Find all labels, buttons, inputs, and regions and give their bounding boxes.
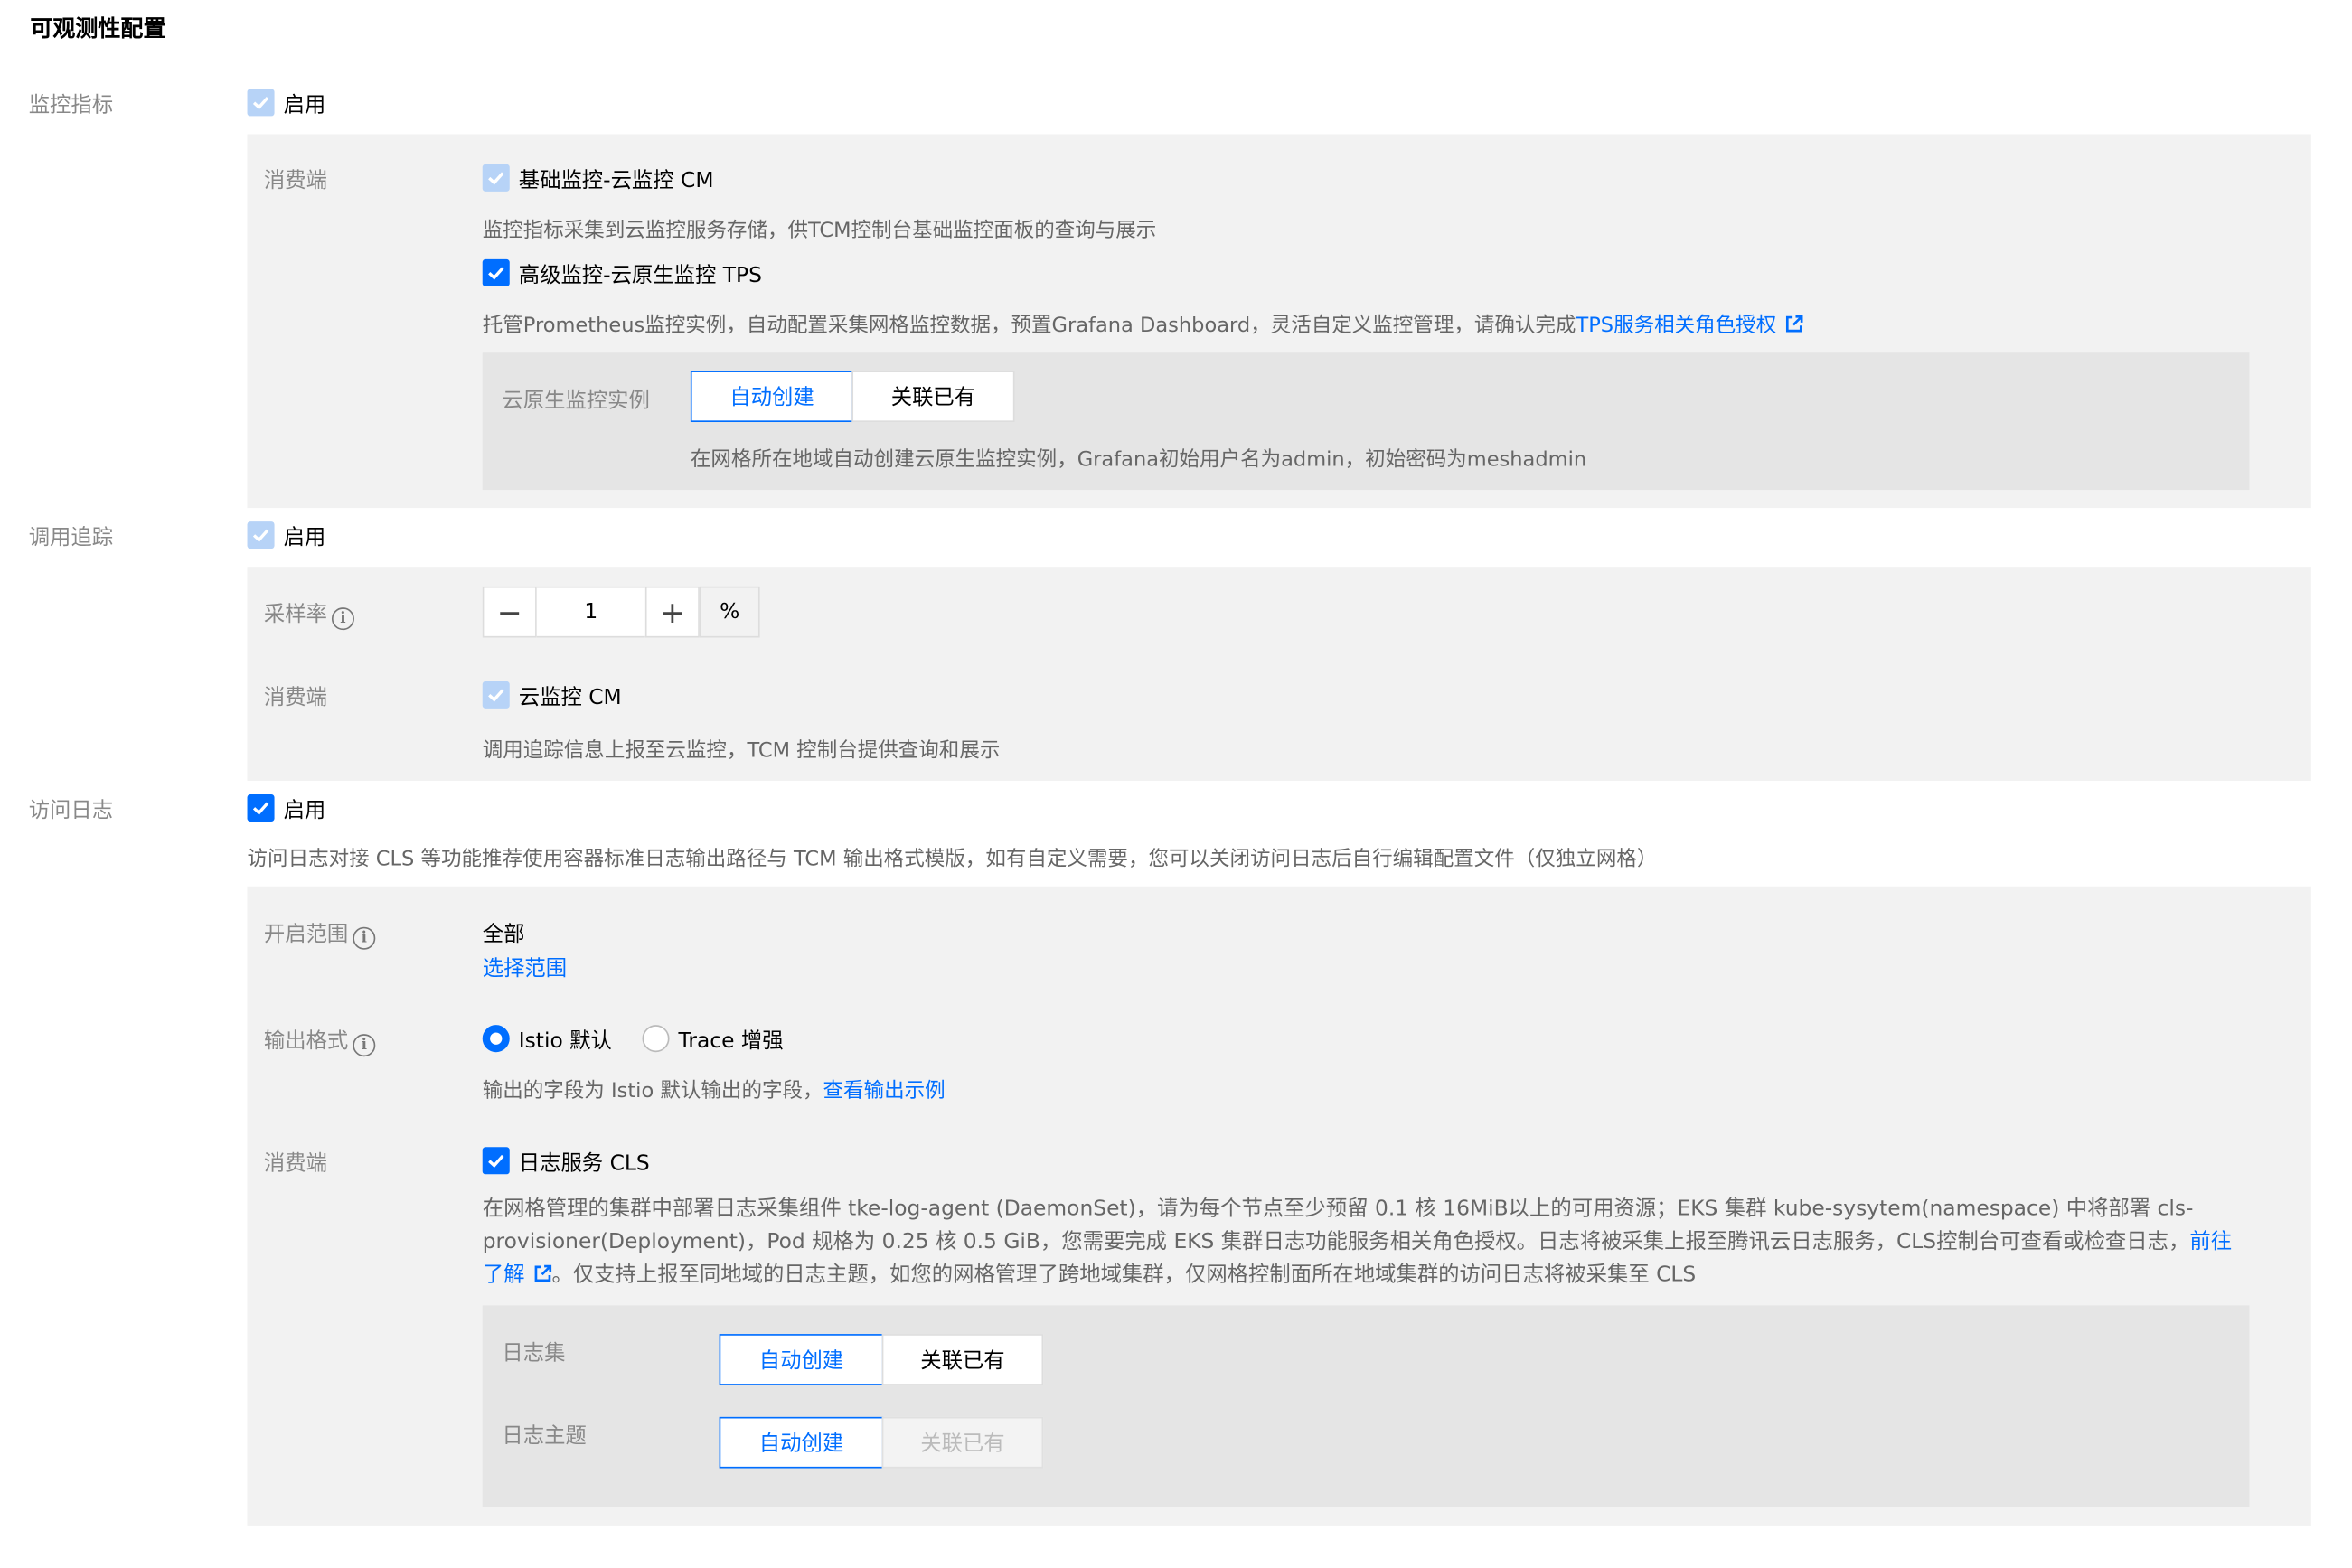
cm-checkbox[interactable] xyxy=(482,164,510,192)
cls-desc-part2: 。仅支持上报至同地域的日志主题，如您的网格管理了跨地域集群，仅网格控制面所在地域… xyxy=(551,1263,1697,1288)
metrics-consumer-label: 消费端 xyxy=(263,168,327,193)
access-log-label: 访问日志 xyxy=(28,798,114,823)
check-icon xyxy=(252,802,269,815)
check-icon xyxy=(488,267,504,280)
format-label: 输出格式 xyxy=(263,1029,349,1054)
scope-label-row: 开启范围 i xyxy=(263,918,376,950)
tracing-cm-label: 云监控 CM xyxy=(518,685,622,710)
access-log-enable-label: 启用 xyxy=(283,798,326,823)
info-icon[interactable]: i xyxy=(353,926,376,950)
check-icon xyxy=(252,529,269,542)
format-label-row: 输出格式 i xyxy=(263,1025,376,1057)
scope-value: 全部 xyxy=(482,922,525,947)
tps-desc: 托管Prometheus监控实例，自动配置采集网格监控数据，预置Grafana … xyxy=(482,313,1576,338)
page-title: 可观测性配置 xyxy=(30,14,166,42)
check-icon xyxy=(252,96,269,110)
format-istio-radio[interactable] xyxy=(482,1025,510,1053)
scope-label: 开启范围 xyxy=(263,922,349,947)
tps-label: 高级监控-云原生监控 TPS xyxy=(518,263,762,288)
tracing-cm-checkbox[interactable] xyxy=(482,681,510,709)
format-desc-row: 输出的字段为 Istio 默认输出的字段，查看输出示例 xyxy=(483,1074,946,1103)
sampling-input[interactable]: 1 xyxy=(536,586,645,638)
metrics-enable-label: 启用 xyxy=(283,93,326,118)
sampling-stepper: − 1 + % xyxy=(482,586,760,638)
metrics-enable-checkbox[interactable] xyxy=(247,89,275,117)
instance-desc: 在网格所在地域自动创建云原生监控实例，Grafana初始用户名为admin，初始… xyxy=(690,447,1587,473)
sampling-label: 采样率 xyxy=(263,603,327,627)
sampling-plus-button[interactable]: + xyxy=(644,586,700,638)
format-trace-radio[interactable] xyxy=(642,1025,670,1053)
cls-checkbox[interactable] xyxy=(482,1147,510,1175)
access-log-desc: 访问日志对接 CLS 等功能推荐使用容器标准日志输出路径与 TCM 输出格式模版… xyxy=(247,847,1658,872)
check-icon xyxy=(488,1154,504,1168)
instance-associate-button[interactable]: 关联已有 xyxy=(851,371,1015,423)
format-desc: 输出的字段为 Istio 默认输出的字段， xyxy=(482,1079,823,1103)
view-output-example-link[interactable]: 查看输出示例 xyxy=(823,1079,946,1103)
sampling-minus-button[interactable]: − xyxy=(482,586,537,638)
tps-desc-row: 托管Prometheus监控实例，自动配置采集网格监控数据，预置Grafana … xyxy=(482,307,1804,338)
check-icon xyxy=(488,689,504,702)
cls-desc: 在网格管理的集群中部署日志采集组件 tke-log-agent (DaemonS… xyxy=(483,1192,2246,1291)
external-link-icon[interactable] xyxy=(1785,315,1803,333)
info-icon[interactable]: i xyxy=(331,607,354,631)
instance-label: 云原生监控实例 xyxy=(502,389,650,414)
tracing-enable-label: 启用 xyxy=(283,526,326,550)
tracing-enable-checkbox[interactable] xyxy=(247,521,275,549)
metrics-label: 监控指标 xyxy=(28,93,114,118)
tracing-label: 调用追踪 xyxy=(28,526,114,550)
sampling-label-row: 采样率 i xyxy=(263,598,354,631)
cls-label: 日志服务 CLS xyxy=(518,1151,650,1176)
tps-auth-link[interactable]: TPS服务相关角色授权 xyxy=(1576,314,1776,338)
info-icon[interactable]: i xyxy=(353,1034,376,1057)
external-link-icon[interactable] xyxy=(533,1264,552,1282)
check-icon xyxy=(488,172,504,185)
topic-label: 日志主题 xyxy=(502,1424,587,1449)
cm-desc: 监控指标采集到云监控服务存储，供TCM控制台基础监控面板的查询与展示 xyxy=(482,218,1157,243)
tracing-cm-desc: 调用追踪信息上报至云监控，TCM 控制台提供查询和展示 xyxy=(482,738,1001,763)
sampling-unit: % xyxy=(699,586,760,638)
logset-label: 日志集 xyxy=(502,1341,566,1366)
topic-auto-create-button[interactable]: 自动创建 xyxy=(719,1416,884,1469)
format-trace-label: Trace 增强 xyxy=(678,1029,784,1054)
topic-associate-button: 关联已有 xyxy=(881,1416,1044,1469)
cm-label: 基础监控-云监控 CM xyxy=(518,168,714,193)
access-log-enable-checkbox[interactable] xyxy=(247,793,275,822)
access-log-consumer-label: 消费端 xyxy=(263,1151,327,1176)
instance-auto-create-button[interactable]: 自动创建 xyxy=(690,371,854,423)
logset-associate-button[interactable]: 关联已有 xyxy=(881,1334,1044,1385)
select-scope-link[interactable]: 选择范围 xyxy=(483,953,567,982)
tracing-consumer-label: 消费端 xyxy=(263,685,327,710)
format-istio-label: Istio 默认 xyxy=(518,1029,612,1054)
tps-checkbox[interactable] xyxy=(482,258,510,286)
cls-desc-part1: 在网格管理的集群中部署日志采集组件 tke-log-agent (DaemonS… xyxy=(482,1197,2194,1254)
logset-auto-create-button[interactable]: 自动创建 xyxy=(719,1334,884,1385)
